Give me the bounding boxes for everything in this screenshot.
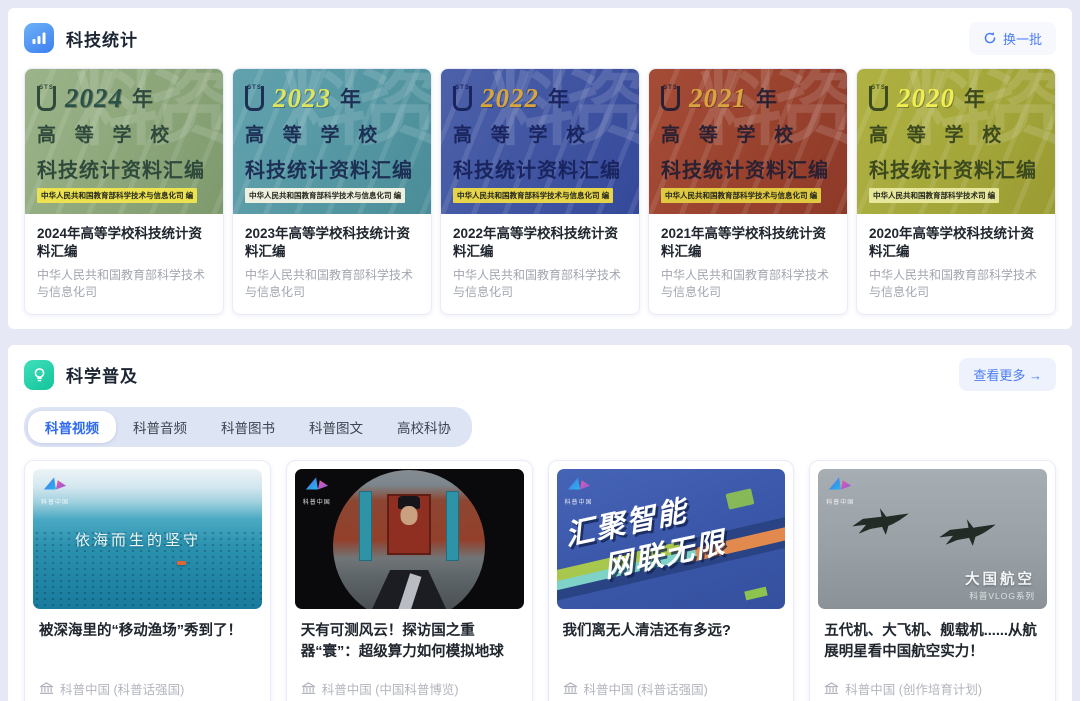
book-card-2020[interactable]: 资料 STS 2020 年 高 等 学 校 科技统计资料汇编 中华人民共和国教育… — [856, 68, 1056, 315]
circular-vignette — [333, 470, 485, 609]
cover-line2: 科技统计资料汇编 — [869, 154, 1043, 183]
cover-publisher-bar: 中华人民共和国教育部科学技术司 编 — [869, 188, 999, 203]
video-card-palace[interactable]: 科普中国 天有可测风云！探访国之重器“寰”：超级算力如何模拟地球 — [286, 460, 533, 701]
book-publisher: 中华人民共和国教育部科学技术与信息化司 — [37, 267, 211, 302]
video-thumbnail-jets: 科普中国 大国航空 科普VLOG系列 — [818, 469, 1047, 609]
video-title: 被深海里的“移动渔场”秀到了！ — [39, 621, 256, 665]
institution-icon — [563, 681, 578, 695]
book-publisher: 中华人民共和国教育部科学技术与信息化司 — [245, 267, 419, 302]
cover-line1: 高 等 学 校 — [37, 120, 211, 147]
book-card-2021[interactable]: 资料 STS 2021 年 高 等 学 校 科技统计资料汇编 中华人民共和国教育… — [648, 68, 848, 315]
cover-line1: 高 等 学 校 — [869, 120, 1043, 147]
thumbnail-overlay-text: 大国航空 — [965, 568, 1035, 589]
person-shape — [401, 506, 418, 525]
sts-logo-icon: STS — [661, 86, 680, 111]
tab-video[interactable]: 科普视频 — [28, 411, 116, 443]
book-title: 2023年高等学校科技统计资料汇编 — [245, 225, 419, 260]
stats-section-title: 科技统计 — [66, 26, 138, 51]
video-card-poster[interactable]: 科普中国 汇聚智能 网联无限 我们离无人清洁还有多远? 科普中国 — [548, 460, 795, 701]
thumbnail-overlay-subtext: 科普VLOG系列 — [969, 590, 1035, 602]
institution-icon — [824, 681, 839, 695]
video-source: 科普中国 (科普话强国) — [584, 679, 708, 698]
video-source: 科普中国 (创作培育计划) — [845, 679, 982, 698]
book-cover-2021: 资料 STS 2021 年 高 等 学 校 科技统计资料汇编 中华人民共和国教育… — [649, 69, 847, 214]
tab-university-assoc[interactable]: 高校科协 — [380, 411, 468, 443]
video-title: 我们离无人清洁还有多远? — [563, 621, 780, 665]
kepu-china-logo-icon: 科普中国 — [826, 475, 854, 506]
refresh-label: 换一批 — [1003, 29, 1042, 48]
kepu-china-logo-icon: 科普中国 — [565, 475, 593, 506]
fighter-jet-icon — [850, 505, 912, 537]
book-publisher: 中华人民共和国教育部科学技术与信息化司 — [453, 267, 627, 302]
tab-articles[interactable]: 科普图文 — [292, 411, 380, 443]
cover-line1: 高 等 学 校 — [453, 120, 627, 147]
book-card-2023[interactable]: 资料 STS 2023 年 高 等 学 校 科技统计资料汇编 中华人民共和国教育… — [232, 68, 432, 315]
cover-line2: 科技统计资料汇编 — [453, 154, 627, 183]
kepu-china-logo-icon: 科普中国 — [303, 475, 331, 506]
book-card-2022[interactable]: 资料 STS 2022 年 高 等 学 校 科技统计资料汇编 中华人民共和国教育… — [440, 68, 640, 315]
video-thumbnail-poster: 科普中国 汇聚智能 网联无限 — [557, 469, 786, 609]
video-source: 科普中国 (中国科普博览) — [322, 679, 459, 698]
boat-shape — [177, 561, 186, 565]
video-card-jets[interactable]: 科普中国 大国航空 科普VLOG系列 五代机、大飞机、舰载机......从航展明… — [809, 460, 1056, 701]
cover-line1: 高 等 学 校 — [245, 120, 419, 147]
kepu-china-logo-icon: 科普中国 — [41, 475, 69, 506]
cover-line2: 科技统计资料汇编 — [661, 154, 835, 183]
bar-chart-icon — [24, 23, 54, 53]
book-cover-2022: 资料 STS 2022 年 高 等 学 校 科技统计资料汇编 中华人民共和国教育… — [441, 69, 639, 214]
refresh-batch-button[interactable]: 换一批 — [969, 22, 1056, 55]
refresh-icon — [983, 31, 997, 45]
book-card-2024[interactable]: 资料 STS 2024 年 高 等 学 校 科技统计资料汇编 中华人民共和国教育… — [24, 68, 224, 315]
cover-year: 2023 — [273, 85, 331, 111]
cover-publisher-bar: 中华人民共和国教育部科学技术与信息化司 编 — [245, 188, 405, 203]
cover-publisher-bar: 中华人民共和国教育部科学技术与信息化司 编 — [661, 188, 821, 203]
cover-line2: 科技统计资料汇编 — [245, 154, 419, 183]
view-more-button[interactable]: 查看更多 → — [959, 358, 1056, 391]
tab-audio[interactable]: 科普音频 — [116, 411, 204, 443]
book-title: 2021年高等学校科技统计资料汇编 — [661, 225, 835, 260]
science-section: 科学普及 查看更多 → 科普视频 科普音频 科普图书 科普图文 高校科协 科普中… — [8, 345, 1072, 701]
science-section-title: 科学普及 — [66, 362, 138, 387]
cover-line2: 科技统计资料汇编 — [37, 154, 211, 183]
video-title: 天有可测风云！探访国之重器“寰”：超级算力如何模拟地球 — [301, 621, 518, 665]
book-title: 2022年高等学校科技统计资料汇编 — [453, 225, 627, 260]
sts-logo-icon: STS — [869, 86, 888, 111]
book-publisher: 中华人民共和国教育部科学技术与信息化司 — [869, 267, 1043, 302]
lightbulb-icon — [24, 360, 54, 390]
book-cover-2024: 资料 STS 2024 年 高 等 学 校 科技统计资料汇编 中华人民共和国教育… — [25, 69, 223, 214]
book-title: 2024年高等学校科技统计资料汇编 — [37, 225, 211, 260]
cover-publisher-bar: 中华人民共和国教育部科学技术与信息化司 编 — [453, 188, 613, 203]
fighter-jet-icon — [937, 516, 999, 548]
sts-logo-icon: STS — [37, 86, 56, 111]
video-thumbnail-ocean: 科普中国 依海而生的坚守 — [33, 469, 262, 609]
institution-icon — [39, 681, 54, 695]
video-source: 科普中国 (科普话强国) — [60, 679, 184, 698]
video-thumbnail-palace: 科普中国 — [295, 469, 524, 609]
cover-year: 2022 — [481, 85, 539, 111]
sts-logo-icon: STS — [453, 86, 472, 111]
sts-logo-icon: STS — [245, 86, 264, 111]
science-section-header: 科学普及 查看更多 → — [24, 359, 1056, 391]
cover-publisher-bar: 中华人民共和国教育部科学技术与信息化司 编 — [37, 188, 197, 203]
science-tab-bar: 科普视频 科普音频 科普图书 科普图文 高校科协 — [24, 407, 472, 447]
video-title: 五代机、大飞机、舰载机......从航展明星看中国航空实力！ — [824, 621, 1041, 665]
cover-line1: 高 等 学 校 — [661, 120, 835, 147]
video-card-list: 科普中国 依海而生的坚守 被深海里的“移动渔场”秀到了！ 科普中国 (科普话强国… — [24, 460, 1056, 701]
cover-year: 2020 — [897, 85, 955, 111]
book-card-list: 资料 STS 2024 年 高 等 学 校 科技统计资料汇编 中华人民共和国教育… — [24, 68, 1056, 315]
video-card-ocean[interactable]: 科普中国 依海而生的坚守 被深海里的“移动渔场”秀到了！ 科普中国 (科普话强国… — [24, 460, 271, 701]
book-publisher: 中华人民共和国教育部科学技术与信息化司 — [661, 267, 835, 302]
tab-books[interactable]: 科普图书 — [204, 411, 292, 443]
cover-year: 2024 — [65, 85, 123, 111]
stats-section-header: 科技统计 换一批 — [24, 22, 1056, 54]
book-cover-2020: 资料 STS 2020 年 高 等 学 校 科技统计资料汇编 中华人民共和国教育… — [857, 69, 1055, 214]
stats-section: 科技统计 换一批 资料 STS 2024 年 高 等 学 校 — [8, 8, 1072, 329]
cover-year: 2021 — [689, 85, 747, 111]
book-cover-2023: 资料 STS 2023 年 高 等 学 校 科技统计资料汇编 中华人民共和国教育… — [233, 69, 431, 214]
view-more-label: 查看更多 → — [973, 365, 1042, 384]
thumbnail-overlay-text: 依海而生的坚守 — [75, 529, 201, 550]
institution-icon — [301, 681, 316, 695]
book-title: 2020年高等学校科技统计资料汇编 — [869, 225, 1043, 260]
